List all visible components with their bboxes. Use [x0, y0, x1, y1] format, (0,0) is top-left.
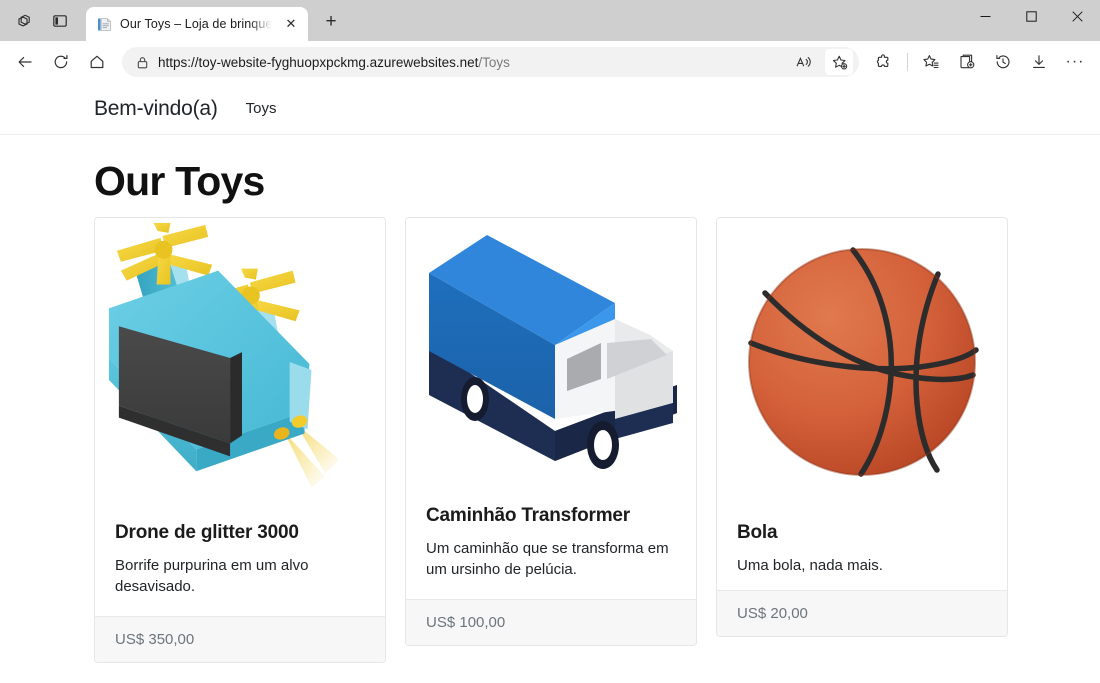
nav-link-toys[interactable]: Toys: [246, 100, 277, 117]
browser-toolbar: https://toy-website-fyghuopxpckmg.azurew…: [0, 41, 1100, 83]
workspaces-icon[interactable]: [6, 6, 42, 36]
toolbar-divider: [907, 53, 908, 71]
product-name: Drone de glitter 3000: [115, 522, 299, 543]
add-favorite-icon[interactable]: [825, 49, 853, 75]
product-card-body: Caminhão Transformer Um caminhão que se …: [406, 490, 696, 599]
truck-illustration: [406, 218, 696, 490]
product-card[interactable]: Bola Uma bola, nada mais. US$ 20,00: [716, 217, 1008, 638]
new-tab-button[interactable]: +: [316, 7, 346, 37]
product-description: Borrife purpurina em um alvo desavisado.: [115, 557, 309, 596]
history-icon[interactable]: [986, 46, 1020, 78]
product-description: Uma bola, nada mais.: [737, 557, 883, 574]
refresh-icon[interactable]: [44, 46, 78, 78]
maximize-button[interactable]: [1008, 0, 1054, 32]
product-card[interactable]: Drone de glitter 3000 Borrife purpurina …: [94, 217, 386, 663]
close-window-button[interactable]: [1054, 0, 1100, 32]
downloads-icon[interactable]: [1022, 46, 1056, 78]
settings-more-icon[interactable]: ···: [1058, 46, 1092, 78]
url-origin: https://toy-website-fyghuopxpckmg.azurew…: [158, 54, 479, 70]
product-card-list: Drone de glitter 3000 Borrife purpurina …: [0, 205, 1100, 663]
browser-window: Our Toys – Loja de brinquedos ✕ +: [0, 0, 1100, 683]
collections-icon[interactable]: [950, 46, 984, 78]
back-arrow-icon[interactable]: [8, 46, 42, 78]
basketball-illustration: [717, 218, 1007, 506]
lock-icon: [134, 54, 150, 70]
close-tab-icon[interactable]: ✕: [280, 13, 302, 35]
url-text: https://toy-website-fyghuopxpckmg.azurew…: [158, 55, 781, 70]
product-description: Um caminhão que se transforma em um ursi…: [426, 540, 669, 579]
tab-actions-icon[interactable]: [42, 6, 78, 36]
extensions-icon[interactable]: [867, 46, 901, 78]
tab-strip: Our Toys – Loja de brinquedos ✕ +: [0, 0, 1100, 41]
page-icon: [96, 16, 112, 32]
page-viewport: Bem-vindo(a) Toys Our Toys Drone de glit…: [0, 83, 1100, 683]
product-card-body: Drone de glitter 3000 Borrife purpurina …: [95, 506, 385, 616]
product-price: US$ 350,00: [95, 615, 385, 662]
home-icon[interactable]: [80, 46, 114, 78]
tab-title: Our Toys – Loja de brinquedos: [120, 17, 272, 31]
site-brand[interactable]: Bem-vindo(a): [94, 97, 218, 121]
minimize-button[interactable]: [962, 0, 1008, 32]
product-price: US$ 20,00: [717, 590, 1007, 637]
browser-tab[interactable]: Our Toys – Loja de brinquedos ✕: [86, 7, 308, 41]
url-path: /Toys: [478, 54, 510, 70]
product-price: US$ 100,00: [406, 598, 696, 645]
drone-illustration: [95, 218, 385, 506]
product-name: Bola: [737, 522, 778, 543]
page-title: Our Toys: [94, 158, 265, 204]
product-name: Caminhão Transformer: [426, 505, 630, 526]
window-controls: [962, 0, 1100, 41]
favorites-icon[interactable]: [914, 46, 948, 78]
address-bar[interactable]: https://toy-website-fyghuopxpckmg.azurew…: [122, 47, 859, 77]
read-aloud-icon[interactable]: [789, 49, 817, 75]
site-navbar: Bem-vindo(a) Toys: [0, 83, 1100, 135]
product-card[interactable]: Caminhão Transformer Um caminhão que se …: [405, 217, 697, 646]
product-card-body: Bola Uma bola, nada mais.: [717, 506, 1007, 590]
